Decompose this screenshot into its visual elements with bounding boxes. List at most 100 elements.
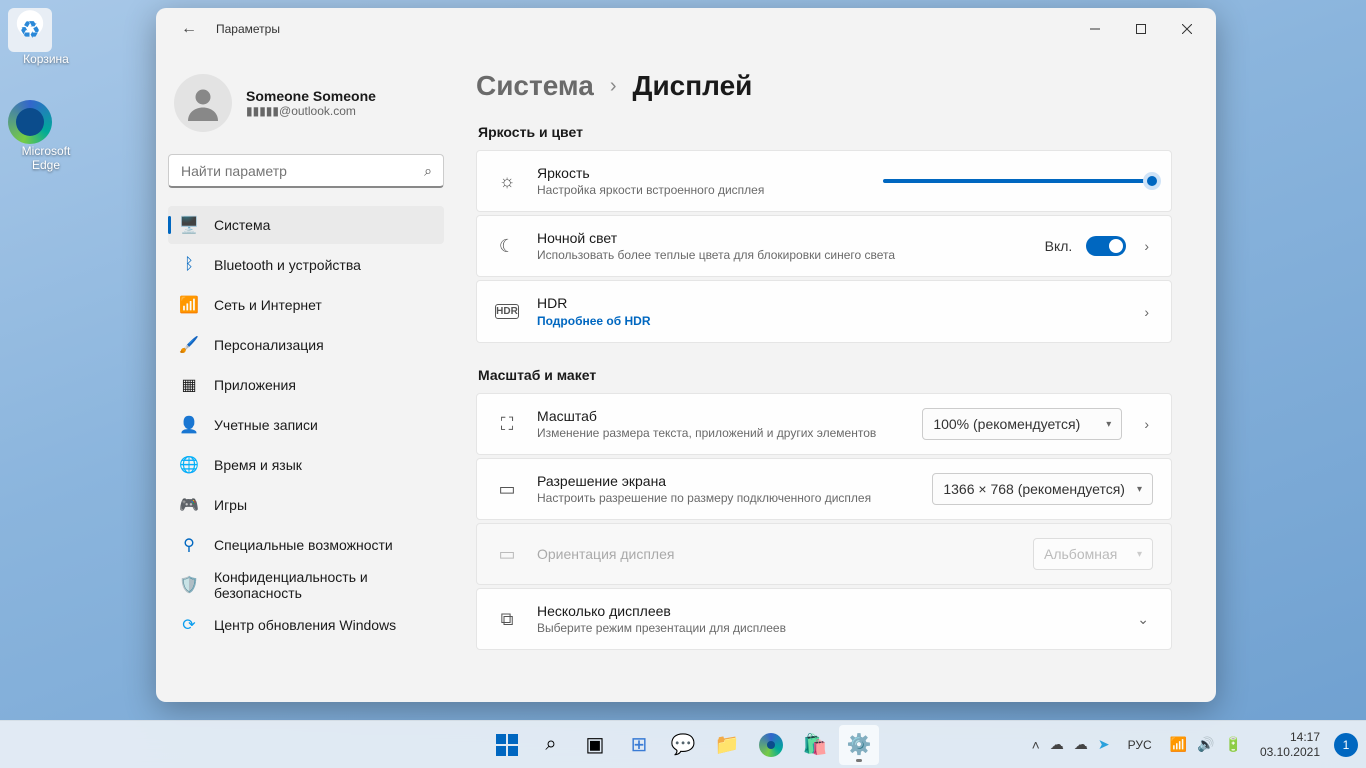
tray-quick-settings[interactable]: 📶 🔊 🔋: [1162, 730, 1250, 759]
card-hdr[interactable]: HDR HDR Подробнее об HDR ›: [476, 280, 1172, 343]
search-icon: ⌕: [545, 733, 556, 756]
resolution-sub: Настроить разрешение по размеру подключе…: [537, 491, 914, 505]
breadcrumb: Система › Дисплей: [476, 70, 1172, 102]
taskbar-store[interactable]: 🛍️: [795, 725, 835, 765]
taskbar-explorer[interactable]: 📁: [707, 725, 747, 765]
tray-clock[interactable]: 14:17 03.10.2021: [1254, 730, 1326, 760]
window-controls: [1072, 13, 1210, 45]
breadcrumb-parent[interactable]: Система: [476, 70, 594, 102]
scale-title: Масштаб: [537, 408, 904, 424]
taskbar-widgets[interactable]: ⊞: [619, 725, 659, 765]
chat-icon: 💬: [671, 732, 696, 757]
breadcrumb-current: Дисплей: [633, 70, 753, 102]
nav-time[interactable]: 🌐Время и язык: [168, 446, 444, 484]
chevron-right-icon[interactable]: ›: [1140, 234, 1153, 258]
gamepad-icon: 🎮: [180, 496, 198, 514]
taskbar-center: ⌕ ▣ ⊞ 💬 📁 🛍️ ⚙️: [487, 725, 879, 765]
widgets-icon: ⊞: [631, 732, 648, 757]
wifi-icon: 📶: [180, 296, 198, 314]
nav-accounts[interactable]: 👤Учетные записи: [168, 406, 444, 444]
volume-icon: 🔊: [1197, 736, 1214, 753]
app-title: Параметры: [216, 22, 280, 36]
desktop-icon-recycle-bin[interactable]: Корзина: [8, 8, 84, 66]
scale-sub: Изменение размера текста, приложений и д…: [537, 426, 904, 440]
telegram-icon[interactable]: ➤: [1098, 736, 1110, 753]
chevron-down-icon: ▾: [1137, 549, 1142, 560]
user-block[interactable]: Someone Someone ▮▮▮▮▮@outlook.com: [168, 50, 444, 154]
taskbar-search[interactable]: ⌕: [531, 725, 571, 765]
brightness-title: Яркость: [537, 165, 865, 181]
multimonitor-title: Несколько дисплеев: [537, 603, 1115, 619]
section-brightness-title: Яркость и цвет: [478, 124, 1172, 140]
globe-icon: 🌐: [180, 456, 198, 474]
card-scale[interactable]: ⛶ Масштаб Изменение размера текста, прил…: [476, 393, 1172, 455]
nav-network[interactable]: 📶Сеть и Интернет: [168, 286, 444, 324]
hdr-link[interactable]: Подробнее об HDR: [537, 314, 1122, 328]
desktop-icon-edge[interactable]: Microsoft Edge: [8, 100, 84, 173]
nav-system[interactable]: 🖥️Система: [168, 206, 444, 244]
hdr-title: HDR: [537, 295, 1122, 311]
onedrive-icon[interactable]: ☁: [1050, 736, 1064, 753]
shield-icon: 🛡️: [180, 576, 198, 594]
search-input[interactable]: [168, 154, 444, 188]
monitor-icon: 🖥️: [180, 216, 198, 234]
nightlight-title: Ночной свет: [537, 230, 1027, 246]
tray-overflow[interactable]: ˄ ☁ ☁ ➤: [1024, 736, 1118, 753]
taskview-icon: ▣: [586, 732, 605, 757]
taskbar-chat[interactable]: 💬: [663, 725, 703, 765]
language-indicator[interactable]: РУС: [1122, 738, 1158, 752]
hdr-icon: HDR: [495, 304, 519, 319]
person-icon: 👤: [180, 416, 198, 434]
scale-dropdown[interactable]: 100% (рекомендуется)▾: [922, 408, 1122, 440]
gear-icon: ⚙️: [847, 732, 872, 757]
maximize-button[interactable]: [1118, 13, 1164, 45]
nav-update[interactable]: ⟳Центр обновления Windows: [168, 606, 444, 644]
nightlight-icon: ☾: [495, 236, 519, 257]
chevron-down-icon: ▾: [1106, 419, 1111, 430]
close-button[interactable]: [1164, 13, 1210, 45]
chevron-right-icon[interactable]: ›: [1140, 412, 1153, 436]
notification-badge[interactable]: 1: [1334, 733, 1358, 757]
minimize-button[interactable]: [1072, 13, 1118, 45]
nightlight-toggle[interactable]: [1086, 236, 1126, 256]
desktop-icon-label: Microsoft Edge: [8, 144, 84, 173]
chevron-down-icon: ▾: [1137, 484, 1142, 495]
nav-privacy[interactable]: 🛡️Конфиденциальность и безопасность: [168, 566, 444, 604]
nav-gaming[interactable]: 🎮Игры: [168, 486, 444, 524]
card-nightlight[interactable]: ☾ Ночной свет Использовать более теплые …: [476, 215, 1172, 277]
taskbar-edge[interactable]: [751, 725, 791, 765]
nightlight-sub: Использовать более теплые цвета для блок…: [537, 248, 1027, 262]
taskbar-settings[interactable]: ⚙️: [839, 725, 879, 765]
chevron-right-icon[interactable]: ›: [1140, 300, 1153, 324]
chevron-up-icon[interactable]: ˄: [1032, 737, 1040, 753]
taskbar-taskview[interactable]: ▣: [575, 725, 615, 765]
cloud-icon[interactable]: ☁: [1074, 736, 1088, 753]
windows-logo-icon: [496, 734, 518, 756]
start-button[interactable]: [487, 725, 527, 765]
orientation-title: Ориентация дисплея: [537, 546, 1015, 562]
bluetooth-icon: ᛒ: [180, 256, 198, 274]
chevron-down-icon[interactable]: ⌄: [1133, 607, 1153, 632]
nav-apps[interactable]: ▦Приложения: [168, 366, 444, 404]
brightness-slider[interactable]: [883, 179, 1153, 183]
nav-accessibility[interactable]: ⚲Специальные возможности: [168, 526, 444, 564]
desktop-icon-label: Корзина: [8, 52, 84, 66]
update-icon: ⟳: [180, 616, 198, 634]
nav-personalization[interactable]: 🖌️Персонализация: [168, 326, 444, 364]
orientation-dropdown: Альбомная▾: [1033, 538, 1153, 570]
back-button[interactable]: ←: [174, 14, 204, 44]
multimonitor-icon: ⧉: [495, 609, 519, 630]
scale-icon: ⛶: [495, 414, 519, 435]
accessibility-icon: ⚲: [180, 536, 198, 554]
card-brightness: ☼ Яркость Настройка яркости встроенного …: [476, 150, 1172, 212]
card-multimonitor[interactable]: ⧉ Несколько дисплеев Выберите режим през…: [476, 588, 1172, 650]
section-scale-title: Масштаб и макет: [478, 367, 1172, 383]
resolution-dropdown[interactable]: 1366 × 768 (рекомендуется)▾: [932, 473, 1153, 505]
main-panel: Система › Дисплей Яркость и цвет ☼ Яркос…: [456, 50, 1216, 702]
edge-icon: [759, 733, 783, 757]
tray-date: 03.10.2021: [1260, 745, 1320, 760]
avatar: [174, 74, 232, 132]
orientation-icon: ▭: [495, 544, 519, 565]
multimonitor-sub: Выберите режим презентации для дисплеев: [537, 621, 1115, 635]
nav-bluetooth[interactable]: ᛒBluetooth и устройства: [168, 246, 444, 284]
